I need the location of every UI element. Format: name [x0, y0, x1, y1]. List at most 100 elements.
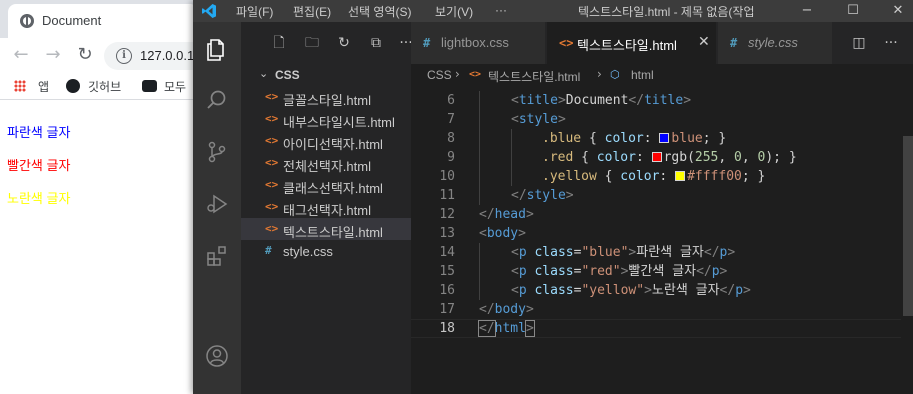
code-text: <p class="red">빨간색 글자</p> [511, 264, 728, 279]
file-name: 태그선택자.html [283, 203, 371, 218]
code-text: <style> [511, 112, 566, 127]
github-icon [66, 79, 80, 93]
bookmark-apps[interactable]: 앱 [14, 78, 49, 95]
bookmark-label: 앱 [38, 80, 50, 94]
file-item[interactable]: # style.css [241, 240, 411, 262]
close-tab-icon[interactable]: ✕ [698, 34, 710, 50]
editor-scrollbar[interactable] [903, 86, 913, 394]
code-line: 16 <p class="yellow">노란색 글자</p> [411, 281, 901, 300]
html-file-icon: <> [469, 69, 482, 80]
extensions-icon[interactable] [205, 244, 229, 268]
minimize-icon[interactable]: − [798, 2, 816, 20]
code-line: 17 </body> [411, 300, 901, 319]
file-name: 내부스타일시트.html [283, 115, 395, 130]
code-text: .red { color: rgb(255, 0, 0); } [542, 150, 797, 165]
code-text: <p class="blue">파란색 글자</p> [511, 245, 736, 260]
folder-name: CSS [275, 68, 300, 82]
breadcrumb-file[interactable]: 텍스트스타일.html [488, 68, 580, 85]
split-editor-icon[interactable]: ◫ [851, 35, 867, 51]
code-text: <title>Document</title> [511, 93, 692, 108]
folder-css[interactable]: ⌄ CSS [241, 64, 411, 86]
file-item-active[interactable]: <> 텍스트스타일.html [241, 218, 411, 240]
info-icon[interactable]: i [116, 48, 132, 64]
maximize-icon[interactable]: ☐ [844, 2, 862, 20]
line-number: 18 [439, 321, 455, 336]
window-title: 텍스트스타일.html - 제목 없음(작업 [578, 5, 755, 19]
tab-label: style.css [748, 35, 798, 50]
code-line: 12 </head> [411, 205, 901, 224]
new-folder-icon[interactable]: 🗀 [304, 35, 320, 51]
code-line: 15 <p class="red">빨간색 글자</p> [411, 262, 901, 281]
new-file-icon[interactable]: 🗋 [271, 35, 287, 51]
reload-icon[interactable]: ↻ [74, 44, 96, 66]
line-number: 15 [439, 264, 455, 279]
bookmark-github[interactable]: 깃허브 [66, 78, 121, 95]
explorer-files-icon[interactable] [205, 38, 229, 62]
vscode-logo-icon [202, 4, 216, 18]
css-file-icon: # [730, 36, 738, 50]
address-url: 127.0.0.1 [140, 48, 195, 63]
search-icon[interactable] [205, 88, 229, 112]
code-line: 8 .blue { color: blue; } [411, 129, 901, 148]
close-window-icon[interactable]: ✕ [889, 2, 907, 20]
code-text: </html> [478, 320, 535, 337]
chevron-right-icon: › [455, 67, 460, 81]
file-item[interactable]: <> 클래스선택자.html [241, 174, 411, 196]
code-editor[interactable]: 6 <title>Document</title> 7 <style> 8 .b… [411, 86, 913, 394]
menu-edit[interactable]: 편집(E) [293, 3, 331, 20]
tab-lightbox-css[interactable]: # lightbox.css [411, 22, 546, 64]
code-text: <body> [479, 226, 526, 241]
color-swatch-yellow[interactable] [675, 171, 686, 181]
bookmark-cloud[interactable]: 모두 [142, 78, 186, 95]
file-item[interactable]: <> 태그선택자.html [241, 196, 411, 218]
account-icon[interactable] [205, 344, 229, 368]
file-item[interactable]: <> 글꼴스타일.html [241, 86, 411, 108]
breadcrumb-folder[interactable]: CSS [427, 68, 452, 82]
file-name: 클래스선택자.html [283, 181, 383, 196]
menu-more[interactable]: ··· [495, 3, 507, 17]
cube-symbol-icon: ⬡ [610, 69, 620, 81]
menu-file[interactable]: 파일(F) [236, 3, 273, 20]
file-item[interactable]: <> 전체선택자.html [241, 152, 411, 174]
run-debug-icon[interactable] [205, 192, 229, 216]
code-text: .blue { color: blue; } [542, 131, 727, 146]
line-number: 11 [439, 188, 455, 203]
tab-textstyle-html[interactable]: <> 텍스트스타일.html ✕ [547, 22, 717, 64]
editor-tab-bar: # lightbox.css <> 텍스트스타일.html ✕ # style.… [411, 22, 913, 64]
back-arrow-icon[interactable]: ← [10, 44, 32, 66]
menu-view[interactable]: 보기(V) [435, 3, 473, 20]
file-name: 전체선택자.html [283, 159, 371, 174]
code-text: <p class="yellow">노란색 글자</p> [511, 283, 751, 298]
html-file-icon: <> [265, 200, 279, 213]
red-text-paragraph: 빨간색 글자 [7, 158, 71, 173]
code-line: 14 <p class="blue">파란색 글자</p> [411, 243, 901, 262]
more-actions-icon[interactable]: ··· [883, 35, 899, 51]
collapse-all-icon[interactable]: ⧉ [368, 35, 384, 51]
html-file-icon: <> [265, 156, 279, 169]
line-number: 9 [447, 150, 455, 165]
blue-text-paragraph: 파란색 글자 [7, 125, 71, 140]
html-file-icon: <> [265, 222, 279, 235]
yellow-text-paragraph: 노란색 글자 [7, 191, 71, 206]
html-file-icon: <> [265, 90, 279, 103]
browser-window: Document ← → ↻ i 127.0.0.1 앱 깃허브 모두 파란색 … [0, 0, 214, 394]
forward-arrow-icon[interactable]: → [42, 44, 64, 66]
breadcrumb-element[interactable]: html [631, 68, 654, 82]
menu-selection[interactable]: 선택 영역(S) [348, 3, 412, 20]
file-item[interactable]: <> 내부스타일시트.html [241, 108, 411, 130]
file-name: 아이디선택자.html [283, 137, 383, 152]
scrollbar-thumb[interactable] [903, 136, 913, 316]
tab-style-css[interactable]: # style.css [718, 22, 833, 64]
color-swatch-blue[interactable] [659, 133, 670, 143]
html-file-icon: <> [265, 178, 279, 191]
file-item[interactable]: <> 아이디선택자.html [241, 130, 411, 152]
color-swatch-red[interactable] [651, 152, 662, 162]
refresh-icon[interactable]: ↻ [336, 35, 352, 51]
source-control-icon[interactable] [205, 140, 229, 164]
html-file-icon: <> [265, 112, 279, 125]
line-number: 12 [439, 207, 455, 222]
css-file-icon: # [423, 36, 431, 50]
browser-tab-title: Document [42, 13, 102, 28]
browser-tab[interactable]: Document [8, 4, 198, 38]
bookmark-label: 깃허브 [88, 80, 122, 94]
